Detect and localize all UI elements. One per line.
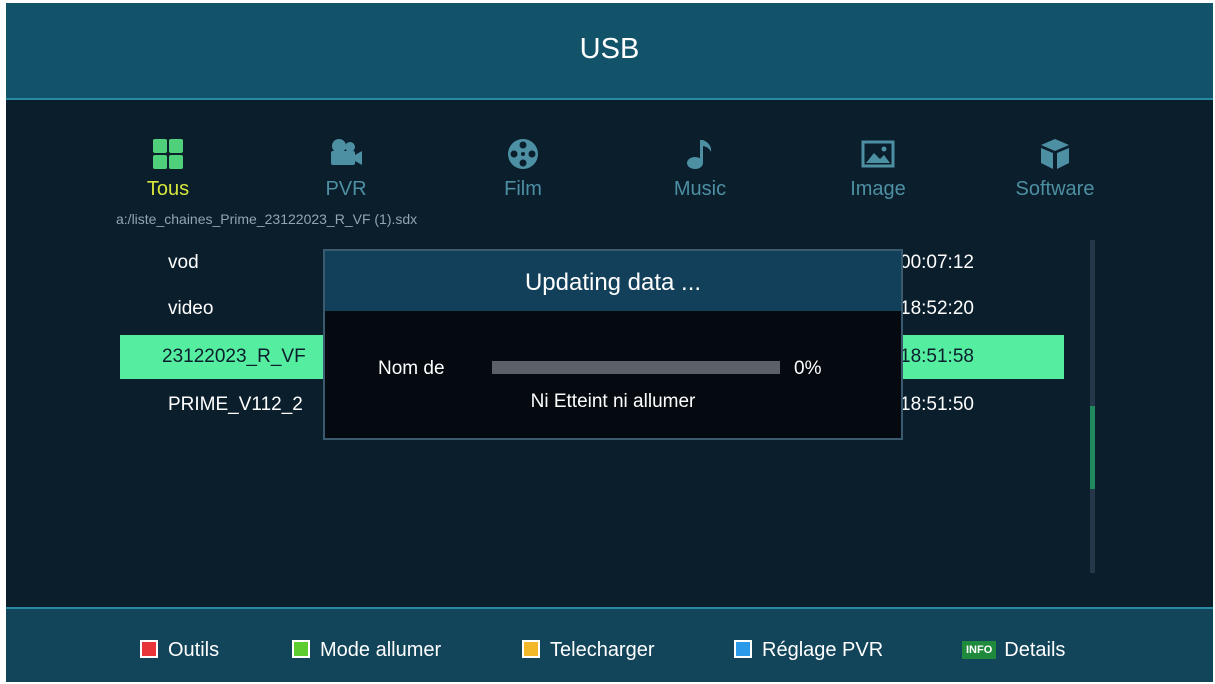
file-time: 18:52:20 xyxy=(900,298,974,319)
footer-mode-allumer[interactable]: Mode allumer xyxy=(292,639,441,662)
footer-details[interactable]: INFO Details xyxy=(962,639,1065,662)
film-reel-icon xyxy=(508,139,538,169)
camera-icon xyxy=(331,139,362,165)
progress-bar xyxy=(492,361,780,374)
file-time: 18:51:50 xyxy=(900,394,974,415)
tab-label: Image xyxy=(850,178,906,200)
info-key-icon: INFO xyxy=(962,641,997,659)
tab-film[interactable]: Film xyxy=(453,136,593,201)
footer-label: Réglage PVR xyxy=(762,639,884,661)
title-bar: USB xyxy=(6,3,1213,100)
footer-label: Details xyxy=(1004,639,1066,661)
tab-image[interactable]: Image xyxy=(808,136,948,201)
footer-outils[interactable]: Outils xyxy=(140,639,219,662)
footer-label: Telecharger xyxy=(550,639,655,661)
footer-reglage-pvr[interactable]: Réglage PVR xyxy=(734,639,883,662)
tab-label: PVR xyxy=(325,178,367,200)
tab-label: Software xyxy=(1015,178,1095,200)
dialog-title: Updating data ... xyxy=(524,269,702,296)
tab-label: Music xyxy=(673,178,727,200)
page-title: USB xyxy=(579,33,640,65)
file-name: 23122023_R_VF xyxy=(162,346,306,367)
green-key-icon xyxy=(292,640,310,658)
tab-label: Film xyxy=(504,178,542,200)
tab-software[interactable]: Software xyxy=(985,136,1125,201)
footer-telecharger[interactable]: Telecharger xyxy=(522,639,655,662)
tab-label: Tous xyxy=(146,178,190,200)
progress-percent: 0% xyxy=(794,358,822,379)
grid-icon xyxy=(153,139,183,169)
tab-pvr[interactable]: PVR xyxy=(276,136,416,201)
tab-music[interactable]: Music xyxy=(630,136,770,201)
footer-label: Outils xyxy=(168,639,220,661)
file-path: a:/liste_chaines_Prime_23122023_R_VF (1)… xyxy=(116,211,418,227)
footer-label: Mode allumer xyxy=(320,639,442,661)
picture-icon xyxy=(861,140,895,168)
file-name: video xyxy=(168,298,214,319)
music-note-icon xyxy=(687,140,712,169)
scrollbar-thumb[interactable] xyxy=(1090,406,1095,489)
red-key-icon xyxy=(140,640,158,658)
usb-screen: USB Tous PVR Film Music Image Software a… xyxy=(6,3,1213,682)
tab-tous[interactable]: Tous xyxy=(98,136,238,201)
file-time: 18:51:58 xyxy=(900,346,974,367)
file-name: PRIME_V112_2 xyxy=(168,394,303,415)
progress-label: Nom de xyxy=(378,358,445,379)
box-icon xyxy=(1041,139,1069,169)
dialog-header: Updating data ... xyxy=(325,251,901,311)
file-name: vod xyxy=(168,252,199,273)
file-time: 00:07:12 xyxy=(900,252,974,273)
footer-bar: Outils Mode allumer Telecharger Réglage … xyxy=(6,607,1213,682)
yellow-key-icon xyxy=(522,640,540,658)
dialog-message: Ni Etteint ni allumer xyxy=(530,391,696,412)
blue-key-icon xyxy=(734,640,752,658)
updating-dialog: Updating data ... Nom de 0% Ni Etteint n… xyxy=(323,249,903,440)
